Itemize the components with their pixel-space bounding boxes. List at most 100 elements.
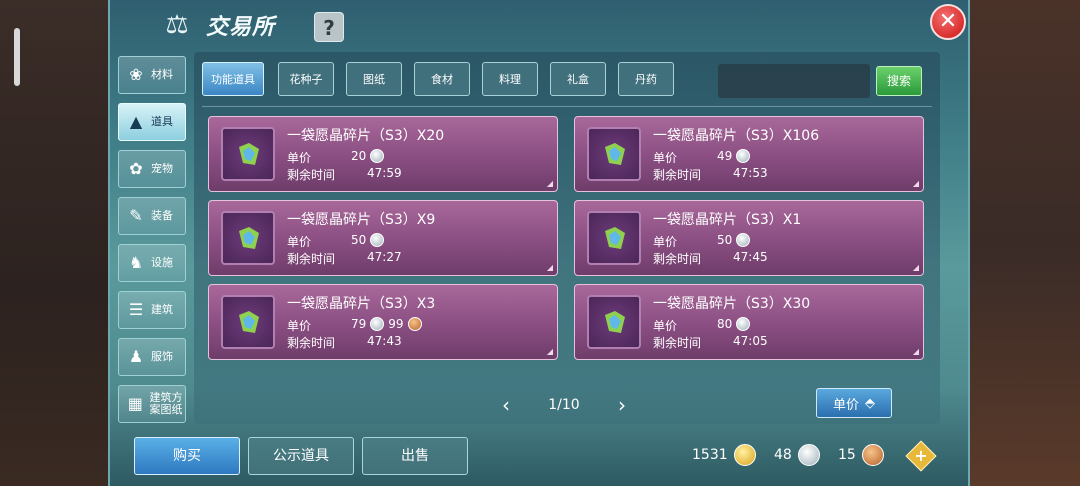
plus-icon: + [914, 446, 928, 465]
unit-price-label: 单价 [287, 151, 312, 165]
copper-amount: 15 [838, 447, 856, 463]
close-icon: ✕ [938, 9, 958, 34]
price-value: 50 [717, 233, 751, 247]
item-name: 一袋愿晶碎片（S3）X3 [287, 296, 436, 312]
sidebar-item-facilities[interactable]: ♞ 设施 [118, 244, 186, 282]
bottom-bar: 购买 公示道具 出售 1531 48 15 + [110, 430, 968, 486]
search-button[interactable]: 搜索 [876, 66, 922, 96]
price-amount: 49 [717, 149, 733, 163]
expand-corner-icon: ◢ [912, 179, 919, 188]
tab-flower-seeds[interactable]: 花种子 [278, 62, 334, 96]
background-right [968, 0, 1080, 486]
unit-price-label: 单价 [653, 151, 678, 165]
listing-card[interactable]: 一袋愿晶碎片（S3）X3 单价 79 99 剩余时间 47:43 ◢ [208, 284, 558, 360]
expand-corner-icon: ◢ [912, 263, 919, 272]
item-name: 一袋愿晶碎片（S3）X30 [653, 296, 811, 312]
item-icon: ▲ [129, 112, 143, 131]
public-items-button[interactable]: 公示道具 [248, 437, 354, 475]
tab-ingredients[interactable]: 食材 [414, 62, 470, 96]
category-sidebar: ❀ 材料 ▲ 道具 ✿ 宠物 ✎ 装备 ♞ 设施 ☰ 建筑 ♟ 服饰 ▦ 建筑方 [118, 56, 188, 432]
item-name: 一袋愿晶碎片（S3）X9 [287, 212, 436, 228]
sidebar-item-pets[interactable]: ✿ 宠物 [118, 150, 186, 188]
gold-amount: 1531 [692, 447, 728, 463]
time-left-value: 47:05 [733, 334, 768, 348]
sidebar-item-blueprints[interactable]: ▦ 建筑方案图纸 [118, 385, 186, 423]
unit-price-label: 单价 [287, 319, 312, 333]
building-icon: ☰ [128, 300, 144, 319]
listing-card[interactable]: 一袋愿晶碎片（S3）X20 单价 20 剩余时间 47:59 ◢ [208, 116, 558, 192]
copper-coin-icon [407, 317, 422, 331]
price-amount: 20 [351, 149, 367, 163]
expand-corner-icon: ◢ [546, 347, 553, 356]
side-handle[interactable] [14, 28, 20, 86]
tab-function-items[interactable]: 功能道具 [202, 62, 264, 96]
tab-gift-boxes[interactable]: 礼盒 [550, 62, 606, 96]
unit-price-label: 单价 [653, 235, 678, 249]
time-left-value: 47:59 [367, 166, 402, 180]
unit-price-label: 单价 [287, 235, 312, 249]
sidebar-item-label: 材料 [151, 68, 173, 81]
silver-coin-icon [370, 233, 385, 247]
listing-card[interactable]: 一袋愿晶碎片（S3）X106 单价 49 剩余时间 47:53 ◢ [574, 116, 924, 192]
price-value: 79 99 [351, 317, 422, 331]
tab-elixirs[interactable]: 丹药 [618, 62, 674, 96]
item-thumbnail [587, 211, 641, 265]
item-thumbnail [587, 295, 641, 349]
crystal-pouch-icon [239, 227, 259, 249]
silver-coin-icon [370, 317, 385, 331]
add-currency-button[interactable]: + [905, 440, 937, 472]
next-page-icon[interactable]: › [610, 393, 634, 417]
blueprint-icon: ▦ [127, 394, 143, 413]
price-amount: 79 [351, 317, 367, 331]
search-input[interactable] [718, 64, 870, 98]
sidebar-item-label: 道具 [151, 115, 173, 128]
paw-icon: ✿ [129, 159, 143, 178]
item-thumbnail [221, 127, 275, 181]
sidebar-item-equipment[interactable]: ✎ 装备 [118, 197, 186, 235]
help-button[interactable]: ? [314, 12, 344, 42]
item-thumbnail [221, 211, 275, 265]
buy-button[interactable]: 购买 [134, 437, 240, 475]
price-value: 50 [351, 233, 385, 247]
sell-button[interactable]: 出售 [362, 437, 468, 475]
sidebar-item-label: 服饰 [151, 350, 173, 363]
item-thumbnail [221, 295, 275, 349]
sidebar-item-label: 设施 [151, 256, 173, 269]
close-button[interactable]: ✕ [930, 4, 966, 40]
sort-by-unit-price-button[interactable]: 单价 ⬘ [816, 388, 892, 418]
sidebar-item-buildings[interactable]: ☰ 建筑 [118, 291, 186, 329]
time-left-value: 47:27 [367, 250, 402, 264]
prev-page-icon[interactable]: ‹ [494, 393, 518, 417]
expand-corner-icon: ◢ [912, 347, 919, 356]
equipment-icon: ✎ [129, 206, 143, 225]
listing-card[interactable]: 一袋愿晶碎片（S3）X1 单价 50 剩余时间 47:45 ◢ [574, 200, 924, 276]
sidebar-item-items[interactable]: ▲ 道具 [118, 103, 186, 141]
listing-panel: 功能道具 花种子 图纸 食材 料理 礼盒 丹药 搜索 一袋愿晶碎片（S3）X20… [194, 52, 940, 424]
time-left-value: 47:53 [733, 166, 768, 180]
sidebar-item-label: 建筑 [151, 303, 173, 316]
facility-icon: ♞ [128, 253, 144, 272]
tab-blueprints[interactable]: 图纸 [346, 62, 402, 96]
price-amount: 80 [717, 317, 733, 331]
unit-price-label: 单价 [653, 319, 678, 333]
price-amount-secondary: 99 [388, 317, 404, 331]
price-amount: 50 [717, 233, 733, 247]
sort-label: 单价 [832, 397, 859, 413]
item-name: 一袋愿晶碎片（S3）X1 [653, 212, 802, 228]
tab-cuisine[interactable]: 料理 [482, 62, 538, 96]
sidebar-item-materials[interactable]: ❀ 材料 [118, 56, 186, 94]
item-name: 一袋愿晶碎片（S3）X106 [653, 128, 820, 144]
listing-card[interactable]: 一袋愿晶碎片（S3）X30 单价 80 剩余时间 47:05 ◢ [574, 284, 924, 360]
time-left-value: 47:43 [367, 334, 402, 348]
copper-balance: 15 [838, 444, 884, 466]
silver-coin-icon [797, 444, 820, 466]
price-value: 49 [717, 149, 751, 163]
sidebar-item-clothing[interactable]: ♟ 服饰 [118, 338, 186, 376]
time-left-label: 剩余时间 [653, 168, 702, 182]
silver-coin-icon [370, 149, 385, 163]
sidebar-item-label: 宠物 [151, 162, 173, 175]
time-left-label: 剩余时间 [287, 336, 336, 350]
scales-icon: ⚖ [165, 10, 189, 40]
crystal-pouch-icon [605, 143, 625, 165]
listing-card[interactable]: 一袋愿晶碎片（S3）X9 单价 50 剩余时间 47:27 ◢ [208, 200, 558, 276]
